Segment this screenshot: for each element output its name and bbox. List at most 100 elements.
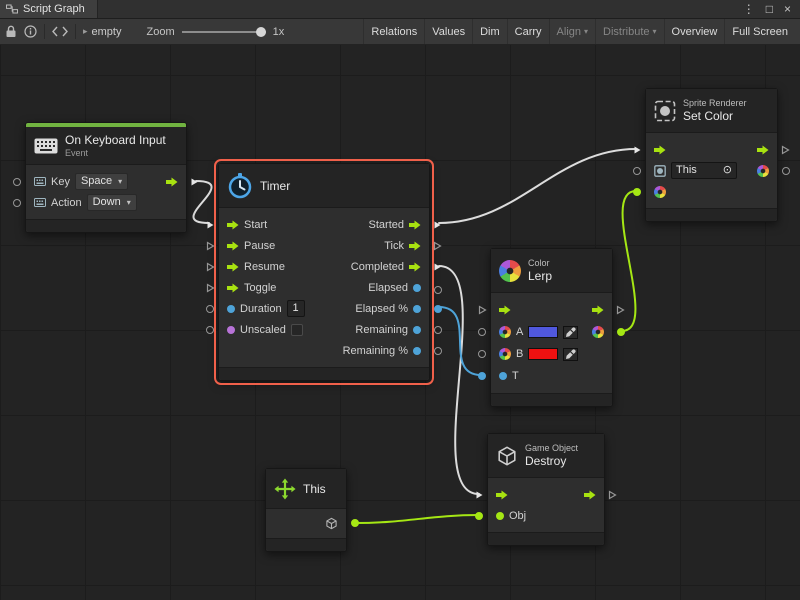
result-output-port[interactable] [592, 326, 604, 338]
flow-in-port[interactable] [499, 305, 511, 315]
elapsed-pct-data-port[interactable] [413, 305, 421, 313]
key-dropdown[interactable]: Space ▾ [75, 173, 128, 190]
unscaled-checkbox[interactable] [291, 324, 303, 336]
node-set-color[interactable]: Sprite Renderer Set Color This ⊙ [645, 88, 778, 222]
node-destroy[interactable]: Game Object Destroy Obj [487, 433, 605, 546]
duration-data-port[interactable] [227, 305, 235, 313]
flow-output-port[interactable] [781, 145, 790, 155]
wire-timer-started-to-setcolor[interactable] [439, 149, 636, 223]
flow-out-port[interactable] [592, 305, 604, 315]
toggle-input-port[interactable] [206, 283, 215, 293]
unscaled-data-port[interactable] [227, 326, 235, 334]
flow-in-port[interactable] [496, 490, 508, 500]
flow-input-port[interactable] [475, 490, 484, 500]
color-type-icon[interactable] [499, 326, 511, 338]
t-data-port[interactable] [499, 372, 507, 380]
resume-flow-port[interactable] [227, 262, 239, 272]
maximize-icon[interactable]: □ [766, 3, 773, 15]
code-brackets-icon[interactable] [52, 26, 68, 37]
wire-timer-completed-to-destroy[interactable] [439, 266, 479, 494]
object-picker-icon[interactable]: ⊙ [723, 164, 732, 177]
node-timer[interactable]: Timer Start Started Pause Tick [218, 163, 430, 381]
trigger-output-port[interactable] [190, 177, 199, 187]
eyedropper-icon[interactable] [563, 326, 578, 339]
align-button[interactable]: Align▾ [549, 19, 595, 44]
wire-this-to-destroy-obj[interactable] [356, 515, 479, 523]
pause-input-port[interactable] [206, 241, 215, 251]
key-input-port[interactable] [13, 178, 21, 186]
color-input-port[interactable] [654, 186, 666, 198]
remaining-pct-data-port[interactable] [413, 347, 421, 355]
color-b-swatch[interactable] [528, 348, 558, 360]
gameobject-cube-mini-icon[interactable] [325, 517, 338, 530]
start-input-port[interactable] [206, 220, 215, 230]
completed-flow-port[interactable] [409, 262, 421, 272]
a-input-port[interactable] [478, 328, 486, 336]
fullscreen-button[interactable]: Full Screen [724, 19, 795, 44]
lock-icon[interactable] [5, 25, 17, 38]
resume-input-port[interactable] [206, 262, 215, 272]
elapsed-data-port[interactable] [413, 284, 421, 292]
b-input-port[interactable] [478, 350, 486, 358]
unscaled-input-port[interactable] [206, 326, 214, 334]
values-button[interactable]: Values [424, 19, 472, 44]
start-flow-port[interactable] [227, 220, 239, 230]
completed-output-port[interactable] [433, 262, 442, 272]
wire-keyboard-to-timer-start[interactable] [193, 181, 211, 223]
target-object-field[interactable]: This ⊙ [671, 162, 737, 179]
started-flow-port[interactable] [409, 220, 421, 230]
elapsed-output-port[interactable] [434, 286, 442, 294]
node-color-lerp[interactable]: Color Lerp A B [490, 248, 613, 407]
pause-flow-port[interactable] [227, 241, 239, 251]
value-output-port[interactable] [757, 165, 769, 177]
flow-out-port[interactable] [757, 145, 769, 155]
relations-button[interactable]: Relations [363, 19, 424, 44]
tick-output-port[interactable] [433, 241, 442, 251]
node-on-keyboard-input[interactable]: On Keyboard Input Event Key Space ▾ [25, 122, 187, 233]
info-icon[interactable] [24, 25, 37, 38]
window-menu-icon[interactable]: ⋮ [743, 3, 755, 15]
dim-button[interactable]: Dim [472, 19, 507, 44]
color-outside-port[interactable] [633, 188, 641, 196]
value-outside-port[interactable] [782, 167, 790, 175]
zoom-slider-handle[interactable] [256, 27, 266, 37]
obj-data-port[interactable] [496, 512, 504, 520]
duration-input-port[interactable] [206, 305, 214, 313]
trigger-flow-port[interactable] [166, 177, 178, 187]
remaining-output-port[interactable] [434, 326, 442, 334]
t-input-port[interactable] [478, 372, 486, 380]
duration-input[interactable]: 1 [287, 300, 305, 317]
action-dropdown[interactable]: Down ▾ [87, 194, 137, 211]
zoom-slider[interactable] [182, 26, 266, 38]
carry-button[interactable]: Carry [507, 19, 549, 44]
tick-flow-port[interactable] [409, 241, 421, 251]
flow-output-port[interactable] [616, 305, 625, 315]
obj-input-port[interactable] [475, 512, 483, 520]
flow-input-port[interactable] [478, 305, 487, 315]
self-output-port[interactable] [351, 519, 359, 527]
close-icon[interactable]: × [784, 3, 791, 15]
result-outside-port[interactable] [617, 328, 625, 336]
remaining-pct-output-port[interactable] [434, 347, 442, 355]
flow-out-port[interactable] [584, 490, 596, 500]
graph-breadcrumb[interactable]: ▸ empty [83, 26, 122, 38]
chevron-down-icon: ▾ [653, 27, 657, 36]
flow-input-port[interactable] [633, 145, 642, 155]
flow-output-port[interactable] [608, 490, 617, 500]
action-input-port[interactable] [13, 199, 21, 207]
color-type-icon[interactable] [499, 348, 511, 360]
wire-timer-elapsedpct-to-lerp-t[interactable] [439, 307, 481, 375]
started-output-port[interactable] [433, 220, 442, 230]
target-input-port[interactable] [633, 167, 641, 175]
tab-script-graph[interactable]: Script Graph [0, 0, 98, 18]
distribute-button[interactable]: Distribute▾ [595, 19, 663, 44]
color-a-swatch[interactable] [528, 326, 558, 338]
elapsed-pct-output-port[interactable] [434, 305, 442, 313]
eyedropper-icon[interactable] [563, 348, 578, 361]
flow-in-port[interactable] [654, 145, 666, 155]
node-this[interactable]: This [265, 468, 347, 552]
graph-canvas[interactable]: On Keyboard Input Event Key Space ▾ [0, 45, 800, 600]
remaining-data-port[interactable] [413, 326, 421, 334]
toggle-flow-port[interactable] [227, 283, 239, 293]
overview-button[interactable]: Overview [664, 19, 725, 44]
